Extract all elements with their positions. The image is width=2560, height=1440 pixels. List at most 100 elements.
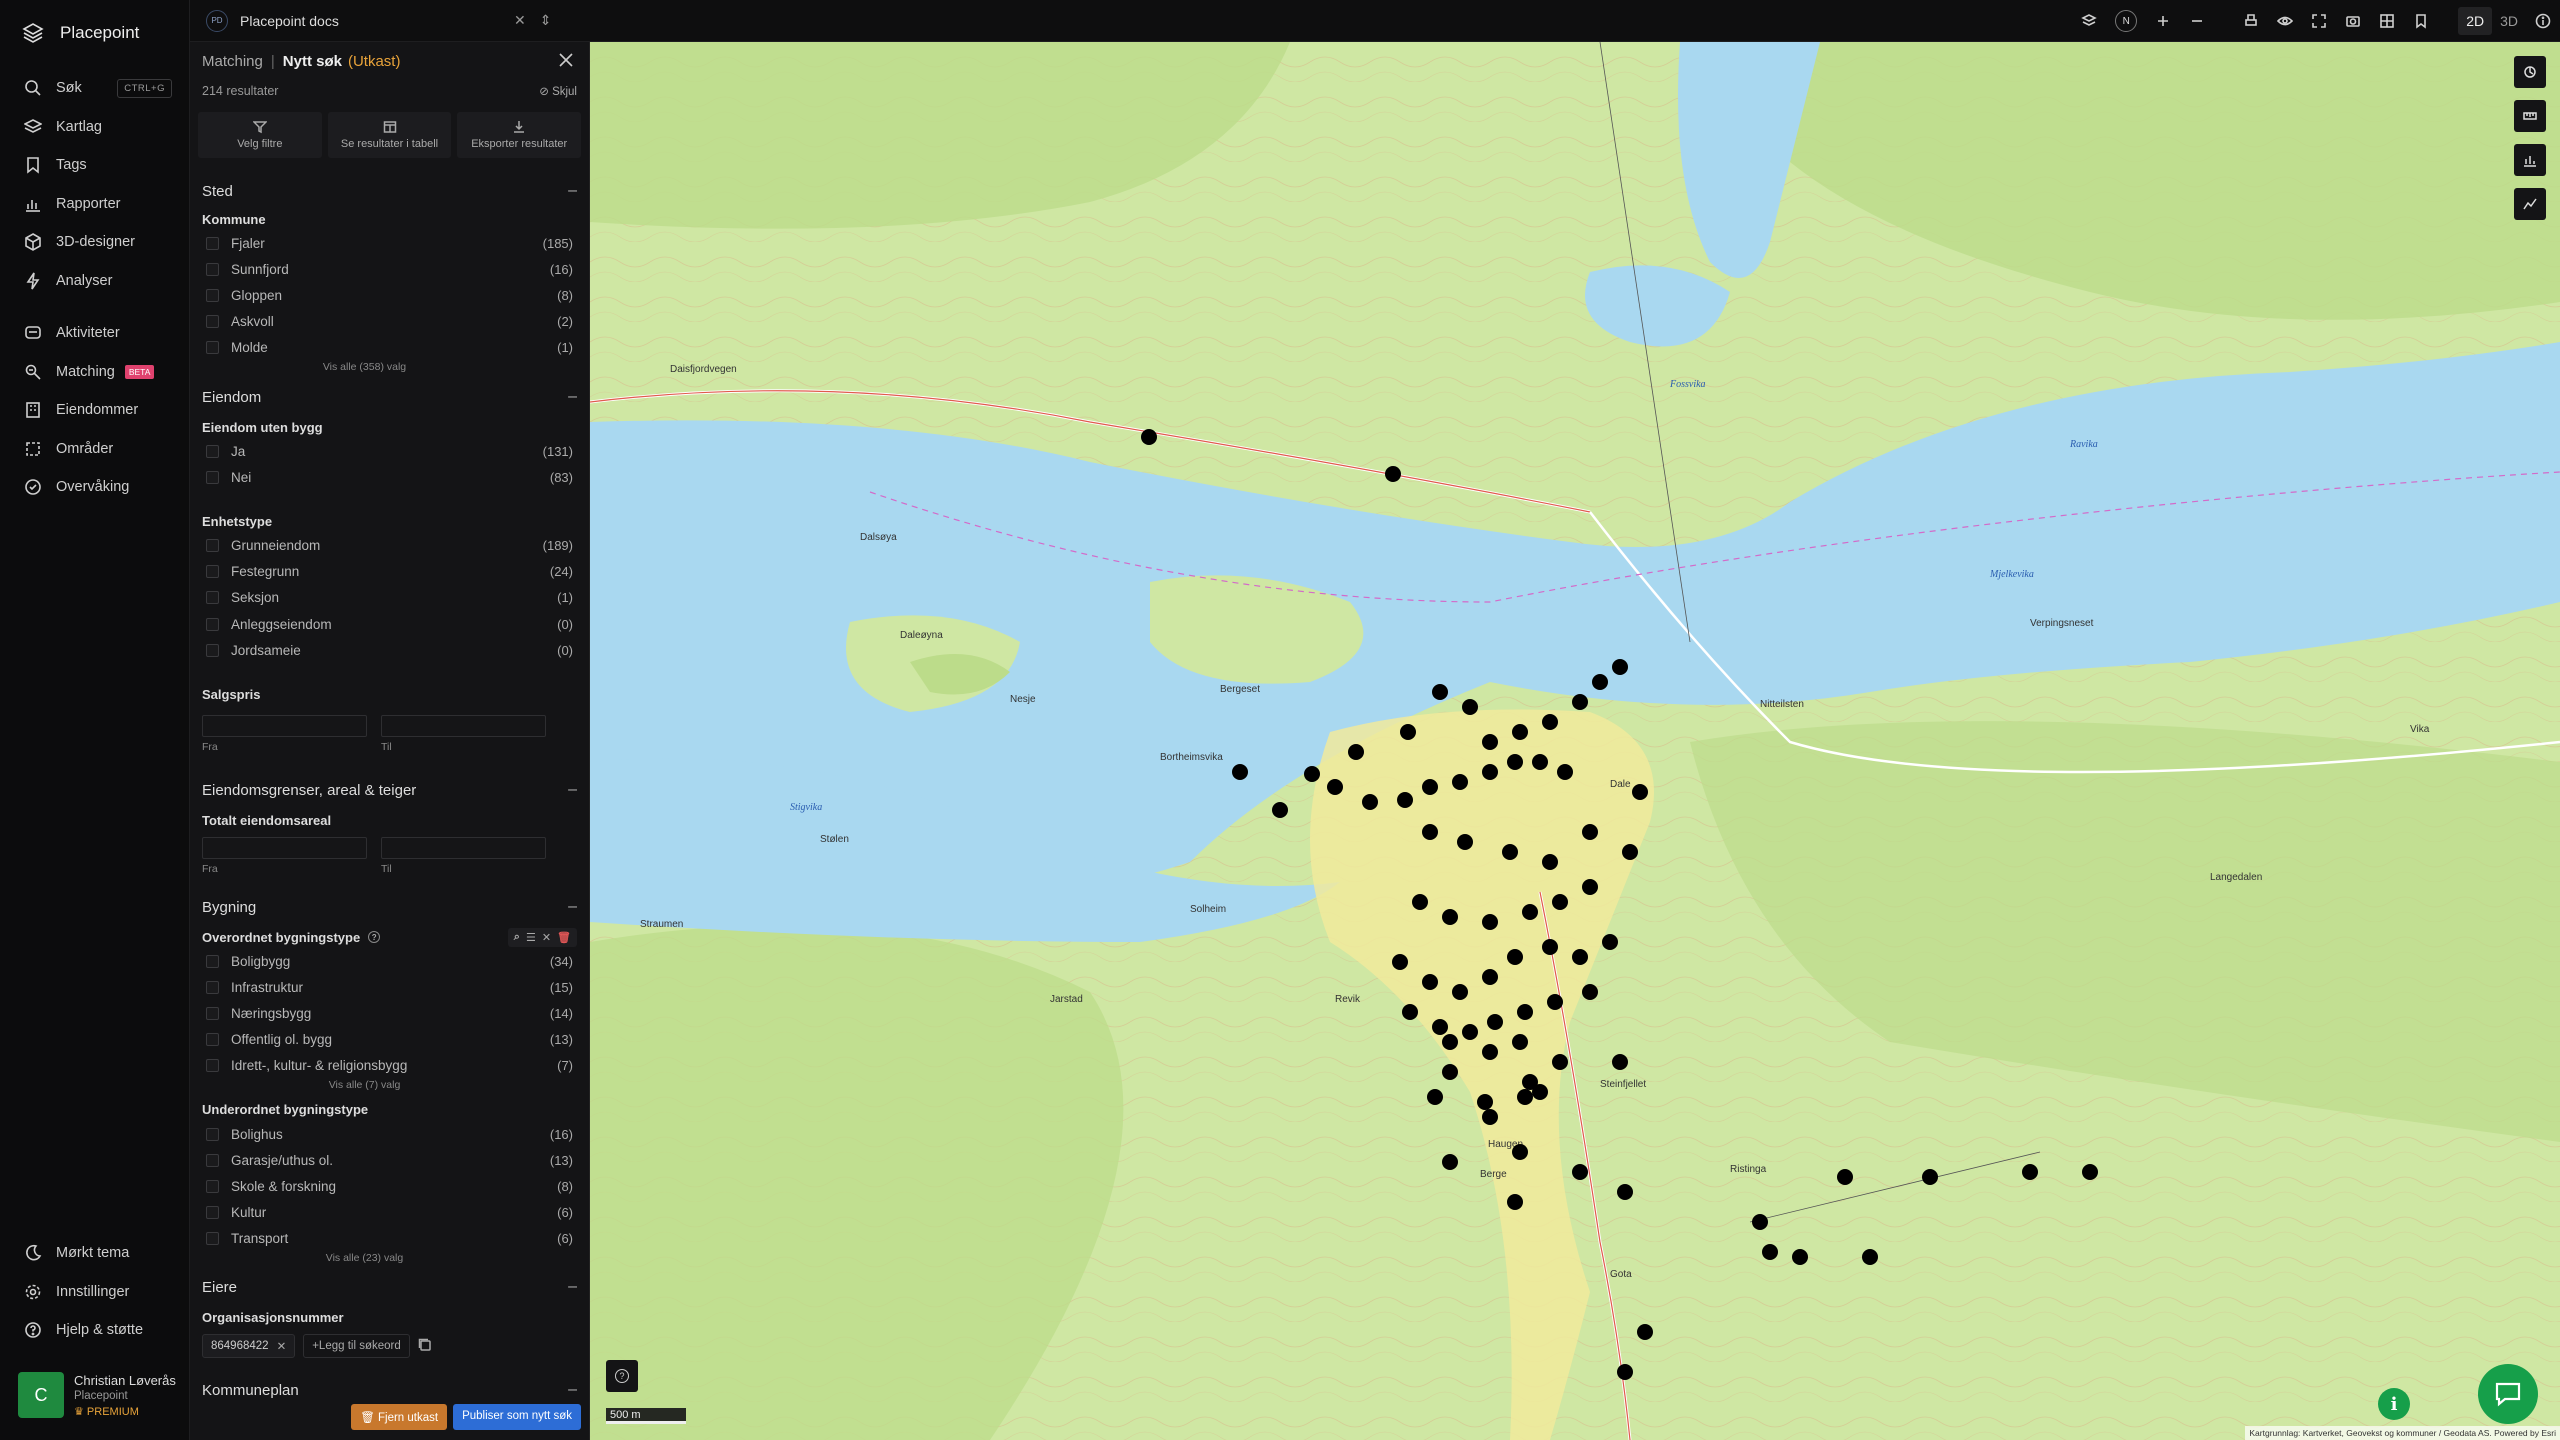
result-marker[interactable] — [1427, 1089, 1443, 1105]
filter-option[interactable]: Boligbygg (34) — [202, 948, 577, 974]
result-marker[interactable] — [1512, 1144, 1528, 1160]
result-marker[interactable] — [2022, 1164, 2038, 1180]
filter-option[interactable]: Ja (131) — [202, 438, 577, 464]
result-marker[interactable] — [1422, 779, 1438, 795]
checkbox[interactable] — [206, 1179, 219, 1193]
collapse-icon[interactable]: – — [568, 182, 577, 200]
filter-option[interactable]: Grunneiendom (189) — [202, 532, 577, 558]
result-marker[interactable] — [1348, 744, 1364, 760]
add-keyword-button[interactable]: + Legg til søkeord — [303, 1334, 410, 1358]
result-marker[interactable] — [1412, 894, 1428, 910]
result-marker[interactable] — [1507, 949, 1523, 965]
zoom-out-button[interactable] — [2180, 0, 2214, 42]
filter-option[interactable]: Infrastruktur (15) — [202, 974, 577, 1000]
result-marker[interactable] — [1482, 1109, 1498, 1125]
result-marker[interactable] — [1837, 1169, 1853, 1185]
result-marker[interactable] — [1572, 949, 1588, 965]
collapse-icon[interactable]: – — [568, 898, 577, 916]
result-marker[interactable] — [1922, 1169, 1938, 1185]
checkbox[interactable] — [206, 236, 219, 250]
info-button[interactable] — [2526, 0, 2560, 42]
result-marker[interactable] — [2082, 1164, 2098, 1180]
brand[interactable]: Placepoint — [0, 0, 189, 66]
filter-option[interactable]: Fjaler (185) — [202, 230, 577, 256]
nav-item-tags[interactable]: Tags — [0, 146, 190, 185]
show-all-link[interactable]: Vis alle (7) valg — [190, 1079, 577, 1093]
section-title[interactable]: Eiendom – — [202, 386, 577, 408]
areal-from-input[interactable] — [202, 837, 367, 859]
filter-option[interactable]: Idrett-, kultur- & religionsbygg (7) — [202, 1053, 577, 1079]
result-marker[interactable] — [1532, 754, 1548, 770]
clear-icon[interactable]: ✕ — [542, 931, 551, 944]
filter-option[interactable]: Garasje/uthus ol. (13) — [202, 1147, 577, 1173]
nav-item-omrader[interactable]: Områder — [0, 430, 190, 469]
info-icon[interactable]: ? — [368, 931, 381, 943]
breadcrumb[interactable]: Matching — [202, 53, 263, 70]
section-title[interactable]: Sted – — [202, 180, 577, 202]
result-marker[interactable] — [1622, 844, 1638, 860]
filter-option[interactable]: Offentlig ol. bygg (13) — [202, 1027, 577, 1053]
checkbox[interactable] — [206, 980, 219, 994]
choose-filters-button[interactable]: Velg filtre — [198, 112, 322, 158]
result-marker[interactable] — [1507, 754, 1523, 770]
checkbox[interactable] — [206, 591, 219, 605]
checkbox[interactable] — [206, 1206, 219, 1220]
filter-option[interactable]: Molde (1) — [202, 335, 577, 361]
result-marker[interactable] — [1862, 1249, 1878, 1265]
section-title[interactable]: Eiendomsgrenser, areal & teiger – — [202, 779, 577, 801]
checkbox[interactable] — [206, 1153, 219, 1167]
filter-option[interactable]: Transport (6) — [202, 1226, 577, 1252]
trash-icon[interactable]: 🗑 — [557, 931, 571, 944]
fullscreen-button[interactable] — [2302, 0, 2336, 42]
filter-option[interactable]: Sunnfjord (16) — [202, 256, 577, 282]
result-marker[interactable] — [1637, 1324, 1653, 1340]
result-marker[interactable] — [1532, 1084, 1548, 1100]
result-marker[interactable] — [1304, 766, 1320, 782]
nav-item-matching[interactable]: Matching BETA — [0, 353, 190, 392]
checkbox[interactable] — [206, 538, 219, 552]
visibility-button[interactable] — [2268, 0, 2302, 42]
nav-item-rapporter[interactable]: Rapporter — [0, 185, 190, 224]
result-marker[interactable] — [1232, 764, 1248, 780]
result-marker[interactable] — [1552, 894, 1568, 910]
filter-option[interactable]: Gloppen (8) — [202, 282, 577, 308]
map-tool-measure[interactable] — [2514, 56, 2546, 88]
areal-to-input[interactable] — [381, 837, 546, 859]
result-marker[interactable] — [1362, 794, 1378, 810]
filter-option[interactable]: Skole & forskning (8) — [202, 1173, 577, 1199]
result-marker[interactable] — [1487, 1014, 1503, 1030]
collapse-icon[interactable]: – — [568, 1278, 577, 1296]
nav-item-analyser[interactable]: Analyser — [0, 262, 190, 301]
chat-button[interactable] — [2478, 1364, 2538, 1424]
checkbox[interactable] — [206, 315, 219, 329]
result-marker[interactable] — [1632, 784, 1648, 800]
result-marker[interactable] — [1552, 1054, 1568, 1070]
checkbox[interactable] — [206, 470, 219, 484]
nav-item-aktiviteter[interactable]: Aktiviteter — [0, 314, 190, 353]
checkbox[interactable] — [206, 565, 219, 579]
nav-item-3d-designer[interactable]: 3D-designer — [0, 223, 190, 262]
checkbox[interactable] — [206, 643, 219, 657]
result-marker[interactable] — [1442, 1154, 1458, 1170]
nav-item-dark-theme[interactable]: Mørkt tema — [0, 1234, 190, 1273]
result-marker[interactable] — [1141, 429, 1157, 445]
result-marker[interactable] — [1272, 802, 1288, 818]
checkbox[interactable] — [206, 444, 219, 458]
compass-button[interactable]: N — [2106, 0, 2146, 42]
nav-item-kartlag[interactable]: Kartlag — [0, 108, 190, 147]
view-3d-button[interactable]: 3D — [2492, 7, 2526, 35]
result-marker[interactable] — [1452, 984, 1468, 1000]
collapse-icon[interactable]: – — [568, 388, 577, 406]
result-marker[interactable] — [1512, 724, 1528, 740]
nav-item-settings[interactable]: Innstillinger — [0, 1273, 190, 1312]
result-marker[interactable] — [1462, 1024, 1478, 1040]
salgspris-from-input[interactable] — [202, 715, 367, 738]
show-table-button[interactable]: Se resultater i tabell — [327, 112, 452, 158]
result-marker[interactable] — [1422, 824, 1438, 840]
result-marker[interactable] — [1752, 1214, 1768, 1230]
result-marker[interactable] — [1572, 694, 1588, 710]
result-marker[interactable] — [1432, 684, 1448, 700]
result-marker[interactable] — [1422, 974, 1438, 990]
result-marker[interactable] — [1502, 844, 1518, 860]
result-marker[interactable] — [1602, 934, 1618, 950]
